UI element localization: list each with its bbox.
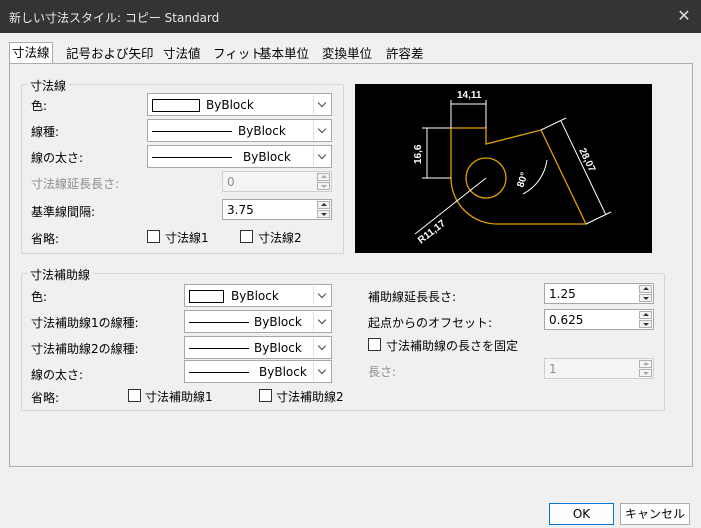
spin-down-icon <box>317 182 330 190</box>
preview-pane: 14,11 16,6 28,07 80° R11,17 <box>355 84 652 253</box>
tab-dimension-lines[interactable]: 寸法線 <box>9 42 53 64</box>
ext-beyond-label: 補助線延長長さ: <box>368 290 457 304</box>
ext-length-label: 長さ: <box>368 365 397 379</box>
tab-tolerances[interactable]: 許容差 <box>384 44 426 64</box>
dim-baseline-value[interactable]: 3.75 <box>227 203 254 217</box>
color-swatch <box>152 99 200 112</box>
close-icon[interactable]: ✕ <box>673 5 695 27</box>
window-title: 新しい寸法スタイル: コピー Standard <box>9 11 220 25</box>
preview-dim-top: 14,11 <box>457 90 482 101</box>
ext-length-value: 1 <box>549 362 557 376</box>
ext-color-value: ByBlock <box>231 289 279 303</box>
spin-up-icon <box>639 360 652 368</box>
dim-linetype-label: 線種: <box>31 125 60 139</box>
suppress-dim-line-1-checkbox[interactable] <box>147 230 160 243</box>
ext-suppress-label: 省略: <box>31 391 60 405</box>
ext-offset-spinner[interactable]: 0.625 <box>544 309 654 330</box>
suppress-dim-line-1-label: 寸法線1 <box>165 231 209 245</box>
dim-baseline-label: 基準線間隔: <box>31 205 96 219</box>
dim-lineweight-label: 線の太さ: <box>31 151 84 165</box>
linetype-sample <box>152 131 232 132</box>
preview-dim-left: 16,6 <box>413 144 424 164</box>
ext-linetype2-label: 寸法補助線2の線種: <box>31 342 139 356</box>
tab-text[interactable]: 寸法値 <box>161 44 203 64</box>
chevron-down-icon[interactable] <box>313 121 330 140</box>
dim-color-label: 色: <box>31 99 48 113</box>
spin-down-icon <box>639 369 652 377</box>
dim-linetype-combo[interactable]: ByBlock <box>147 119 332 142</box>
preview-dim-radius: R11,17 <box>416 218 448 246</box>
ext-linetype1-combo[interactable]: ByBlock <box>184 310 332 333</box>
dim-extend-label: 寸法線延長長さ: <box>31 177 120 191</box>
title-bar: 新しい寸法スタイル: コピー Standard ✕ <box>0 0 701 33</box>
spin-down-icon[interactable] <box>317 210 330 218</box>
chevron-down-icon[interactable] <box>313 312 330 331</box>
preview-dim-angle: 80° <box>515 171 530 189</box>
lineweight-sample <box>152 157 232 158</box>
spin-down-icon[interactable] <box>639 294 652 302</box>
ext-linetype2-value: ByBlock <box>254 341 302 355</box>
ext-color-label: 色: <box>31 290 48 304</box>
chevron-down-icon[interactable] <box>313 338 330 357</box>
ext-line <box>585 211 612 225</box>
dim-line-right <box>560 120 607 216</box>
chevron-down-icon[interactable] <box>313 147 330 166</box>
ext-beyond-value[interactable]: 1.25 <box>549 287 576 301</box>
dim-color-combo[interactable]: ByBlock <box>147 93 332 116</box>
ext-length-spinner: 1 <box>544 358 654 379</box>
ext-linetype1-label: 寸法補助線1の線種: <box>31 316 139 330</box>
tab-primary-units[interactable]: 基本単位 <box>257 44 311 64</box>
ext-linetype2-combo[interactable]: ByBlock <box>184 336 332 359</box>
dim-lineweight-value: ByBlock <box>243 150 291 164</box>
suppress-dim-line-2-label: 寸法線2 <box>258 231 302 245</box>
dim-baseline-spinner[interactable]: 3.75 <box>222 199 332 220</box>
suppress-dim-line-2-checkbox[interactable] <box>240 230 253 243</box>
cancel-button[interactable]: キャンセル <box>620 503 690 525</box>
dimension-lines-group-title: 寸法線 <box>27 77 70 94</box>
ok-button[interactable]: OK <box>549 503 614 525</box>
linetype-sample <box>189 322 249 323</box>
ext-lineweight-combo[interactable]: ByBlock <box>184 360 332 383</box>
spin-up-icon[interactable] <box>639 311 652 319</box>
linetype-sample <box>189 348 249 349</box>
suppress-ext-line-1-checkbox[interactable] <box>128 389 141 402</box>
ext-offset-label: 起点からのオフセット: <box>368 316 493 330</box>
dim-color-value: ByBlock <box>206 98 254 112</box>
suppress-ext-line-2-checkbox[interactable] <box>259 389 272 402</box>
spin-down-icon[interactable] <box>639 320 652 328</box>
ext-beyond-spinner[interactable]: 1.25 <box>544 283 654 304</box>
suppress-ext-line-2-label: 寸法補助線2 <box>276 390 344 404</box>
ext-offset-value[interactable]: 0.625 <box>549 313 583 327</box>
spin-up-icon[interactable] <box>317 201 330 209</box>
chevron-down-icon[interactable] <box>313 362 330 381</box>
lineweight-sample <box>189 372 249 373</box>
tab-alternate-units[interactable]: 変換単位 <box>320 44 374 64</box>
spin-up-icon <box>317 173 330 181</box>
ext-lineweight-value: ByBlock <box>259 365 307 379</box>
tab-symbols-arrows[interactable]: 記号および矢印 <box>64 44 156 64</box>
fixed-length-checkbox[interactable] <box>368 338 381 351</box>
ext-linetype1-value: ByBlock <box>254 315 302 329</box>
chevron-down-icon[interactable] <box>313 286 330 305</box>
dim-extend-spinner: 0 <box>222 171 332 192</box>
preview-drawing: 14,11 16,6 28,07 80° R11,17 <box>413 90 612 246</box>
extension-lines-group-title: 寸法補助線 <box>27 266 94 283</box>
dim-linetype-value: ByBlock <box>238 124 286 138</box>
dim-suppress-label: 省略: <box>31 232 60 246</box>
fixed-length-label: 寸法補助線の長さを固定 <box>386 339 519 353</box>
spin-up-icon[interactable] <box>639 285 652 293</box>
ext-color-combo[interactable]: ByBlock <box>184 284 332 307</box>
dim-lineweight-combo[interactable]: ByBlock <box>147 145 332 168</box>
dim-radius-leader <box>414 177 487 235</box>
ext-lineweight-label: 線の太さ: <box>31 368 84 382</box>
dim-extend-value: 0 <box>227 175 235 189</box>
color-swatch <box>189 290 224 303</box>
chevron-down-icon[interactable] <box>313 95 330 114</box>
suppress-ext-line-1-label: 寸法補助線1 <box>145 390 213 404</box>
